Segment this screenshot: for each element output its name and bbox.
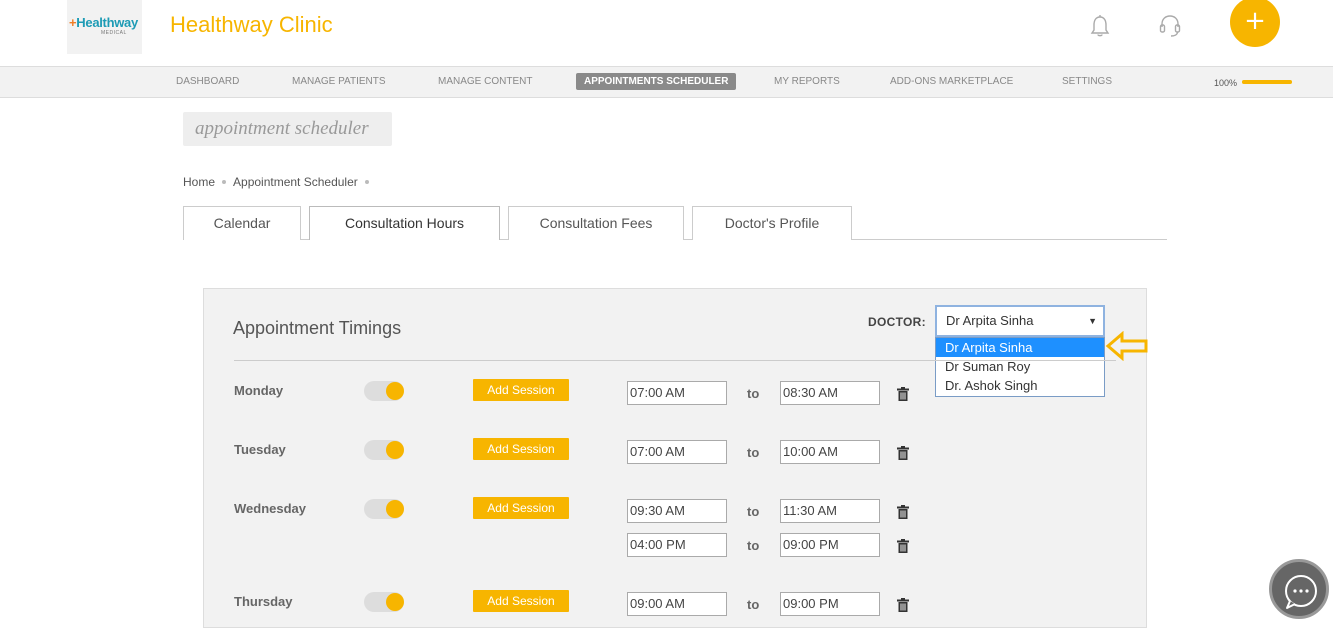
doctor-option[interactable]: Dr. Ashok Singh [936,376,1104,395]
doctor-option[interactable]: Dr Arpita Sinha [936,338,1104,357]
panel-title: Appointment Timings [233,318,402,338]
progress-label: 100% [1214,78,1238,88]
breadcrumb: Home Appointment Scheduler [183,175,376,189]
to-label: to [747,386,760,401]
time-to-input[interactable]: 09:00 PM [780,592,880,616]
app-title: Healthway Clinic [170,12,333,37]
doctor-select-value: Dr Arpita Sinha [946,313,1034,328]
nav-manage-content[interactable]: MANAGE CONTENT [438,76,532,87]
doctor-dropdown: Dr Arpita Sinha Dr Suman Roy Dr. Ashok S… [935,337,1105,397]
chevron-down-icon: ▼ [1088,316,1097,326]
logo-wordmark: +Healthway [69,15,138,30]
toggle-knob [386,593,404,611]
add-fab-button[interactable]: + [1230,0,1280,47]
tab-doctors-profile[interactable]: Doctor's Profile [692,206,852,240]
time-from-input[interactable]: 07:00 AM [627,381,727,405]
toggle-monday[interactable] [364,381,404,401]
day-label-wednesday: Wednesday [234,501,307,516]
time-from-input[interactable]: 09:00 AM [627,592,727,616]
nav-addons-marketplace[interactable]: ADD-ONS MARKETPLACE [890,76,1013,87]
toggle-knob [386,500,404,518]
tab-calendar[interactable]: Calendar [183,206,301,240]
clinic-logo[interactable]: +Healthway MEDICAL [67,0,142,54]
toggle-wednesday[interactable] [364,499,404,519]
tab-consultation-hours[interactable]: Consultation Hours [309,206,500,240]
chat-widget-button[interactable] [1269,559,1329,619]
breadcrumb-home[interactable]: Home [183,175,215,189]
toggle-knob [386,382,404,400]
time-from-input[interactable]: 09:30 AM [627,499,727,523]
add-session-button[interactable]: Add Session [473,590,569,612]
day-label-tuesday: Tuesday [234,442,286,457]
logo-subtitle: MEDICAL [101,30,127,36]
time-to-input[interactable]: 10:00 AM [780,440,880,464]
bell-icon[interactable] [1089,14,1111,38]
plus-icon: + [1244,6,1266,36]
nav-settings[interactable]: SETTINGS [1062,76,1112,87]
trash-icon[interactable] [896,387,910,401]
time-to-input[interactable]: 09:00 PM [780,533,880,557]
add-session-button[interactable]: Add Session [473,497,569,519]
tab-consultation-fees[interactable]: Consultation Fees [508,206,684,240]
toggle-knob [386,441,404,459]
app-header: +Healthway MEDICAL Healthway Clinic + [0,0,1333,66]
to-label: to [747,504,760,519]
nav-appointments-scheduler[interactable]: APPOINTMENTS SCHEDULER [576,73,737,90]
nav-my-reports[interactable]: MY REPORTS [774,76,840,87]
add-session-button[interactable]: Add Session [473,438,569,460]
day-label-thursday: Thursday [234,594,293,609]
toggle-tuesday[interactable] [364,440,404,460]
pointer-arrow-icon [1105,331,1148,361]
breadcrumb-separator [222,180,227,184]
to-label: to [747,538,760,553]
section-label: appointment scheduler [183,112,392,146]
chat-bubble-icon [1285,575,1317,609]
trash-icon[interactable] [896,598,910,612]
trash-icon[interactable] [896,505,910,519]
time-from-input[interactable]: 07:00 AM [627,440,727,464]
breadcrumb-separator [364,180,369,184]
progress-fill [1242,80,1292,84]
time-to-input[interactable]: 11:30 AM [780,499,880,523]
headset-icon[interactable] [1158,13,1182,39]
trash-icon[interactable] [896,446,910,460]
to-label: to [747,597,760,612]
panel-divider [234,360,1116,361]
time-to-input[interactable]: 08:30 AM [780,381,880,405]
day-label-monday: Monday [234,383,284,398]
to-label: to [747,445,760,460]
nav-dashboard[interactable]: DASHBOARD [176,76,239,87]
add-session-button[interactable]: Add Session [473,379,569,401]
progress-bar [1242,80,1292,84]
time-from-input[interactable]: 04:00 PM [627,533,727,557]
doctor-select[interactable]: Dr Arpita Sinha ▼ [935,305,1105,337]
main-nav: DASHBOARD MANAGE PATIENTS MANAGE CONTENT… [0,66,1333,98]
breadcrumb-appointment-scheduler[interactable]: Appointment Scheduler [233,175,358,189]
toggle-thursday[interactable] [364,592,404,612]
nav-manage-patients[interactable]: MANAGE PATIENTS [292,76,386,87]
doctor-label: DOCTOR: [868,315,926,329]
appointment-timings-panel: Appointment Timings DOCTOR: Dr Arpita Si… [203,288,1148,628]
trash-icon[interactable] [896,539,910,553]
